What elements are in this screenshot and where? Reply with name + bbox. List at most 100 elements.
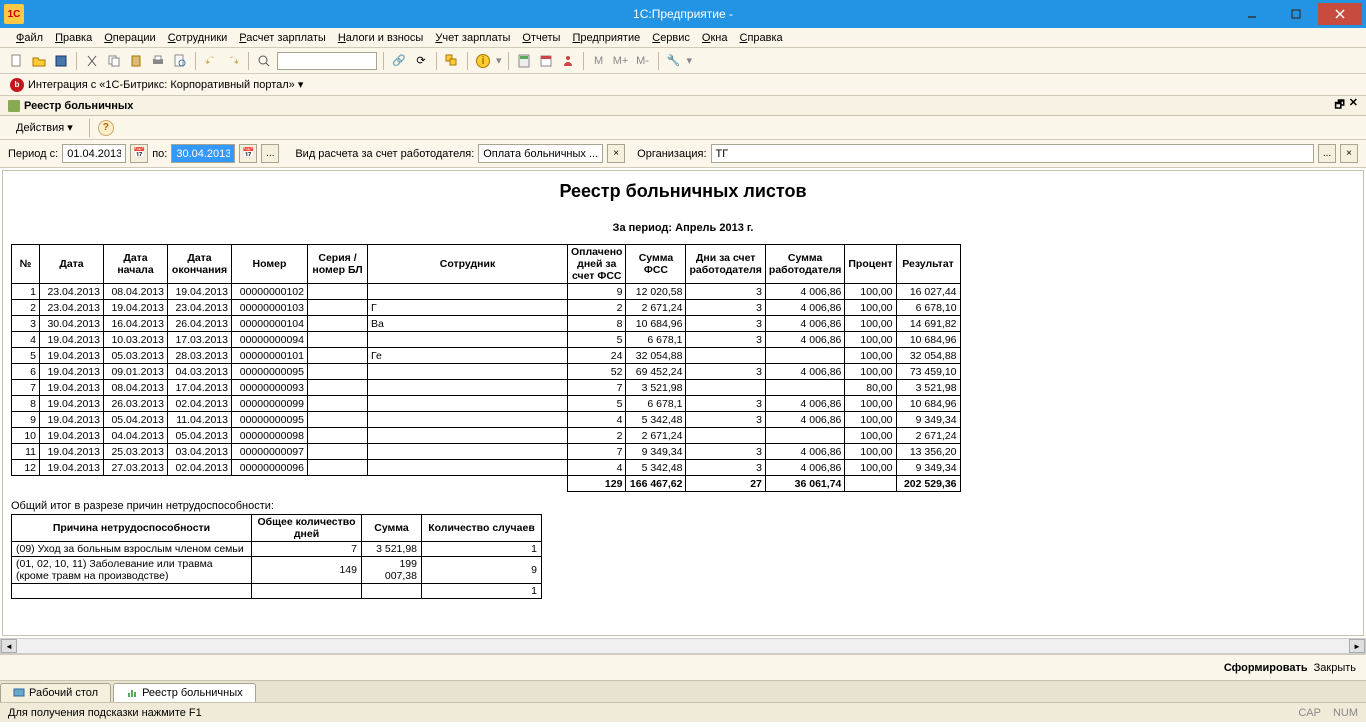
report-table: №ДатаДата началаДата окончанияНомерСерия…: [11, 244, 961, 492]
link-icon[interactable]: 🔗: [390, 52, 408, 70]
actions-bar: Действия ▾ ?: [0, 116, 1366, 140]
report-subtitle2: За период: Апрель 2013 г.: [11, 222, 1355, 234]
filter-bar: Период с: 📅 по: 📅 ... Вид расчета за сче…: [0, 140, 1366, 168]
table-row[interactable]: 1219.04.201327.03.201302.04.201300000000…: [12, 460, 961, 476]
search-input[interactable]: [277, 52, 377, 70]
minimize-button[interactable]: [1230, 3, 1274, 25]
period-select-button[interactable]: ...: [261, 144, 279, 163]
copy-icon[interactable]: [105, 52, 123, 70]
m-minus-icon[interactable]: M-: [634, 52, 652, 70]
summary-label: Общий итог в разрезе причин нетрудоспосо…: [11, 500, 1355, 512]
org-clear-button[interactable]: ×: [1340, 144, 1358, 163]
menu-operations[interactable]: Операции: [98, 32, 161, 44]
close-report-button[interactable]: Закрыть: [1314, 662, 1356, 674]
print-icon[interactable]: [149, 52, 167, 70]
person-icon[interactable]: [559, 52, 577, 70]
m-icon[interactable]: M: [590, 52, 608, 70]
status-cap: CAP: [1298, 707, 1321, 719]
period-to-input[interactable]: [171, 144, 235, 163]
menu-help[interactable]: Справка: [734, 32, 789, 44]
cut-icon[interactable]: [83, 52, 101, 70]
status-bar: Для получения подсказки нажмите F1 CAP N…: [0, 702, 1366, 722]
table-row[interactable]: 1019.04.201304.04.201305.04.201300000000…: [12, 428, 961, 444]
app-icon: 1C: [4, 4, 24, 24]
table-row[interactable]: 330.04.201316.04.201326.04.2013000000001…: [12, 316, 961, 332]
doc-restore-icon[interactable]: 🗗: [1334, 96, 1344, 115]
table-row[interactable]: 819.04.201326.03.201302.04.2013000000000…: [12, 396, 961, 412]
table-row[interactable]: 519.04.201305.03.201328.03.2013000000001…: [12, 348, 961, 364]
menu-file[interactable]: Файл: [10, 32, 49, 44]
document-tab-header: Реестр больничных 🗗 ✕: [0, 96, 1366, 116]
table-row[interactable]: 719.04.201308.04.201317.04.2013000000000…: [12, 380, 961, 396]
tools-icon[interactable]: 🔧: [665, 52, 683, 70]
windows-icon[interactable]: [443, 52, 461, 70]
menu-windows[interactable]: Окна: [696, 32, 734, 44]
window-title: 1С:Предприятие -: [633, 7, 733, 21]
status-num: NUM: [1333, 707, 1358, 719]
table-row: (09) Уход за больным взрослым членом сем…: [12, 542, 542, 557]
menu-accounting[interactable]: Учет зарплаты: [429, 32, 516, 44]
tabs-bar: Рабочий стол Реестр больничных: [0, 680, 1366, 702]
calc-type-label: Вид расчета за счет работодателя:: [295, 148, 474, 160]
horizontal-scrollbar[interactable]: ◄ ►: [0, 638, 1366, 654]
new-icon[interactable]: [8, 52, 26, 70]
m-plus-icon[interactable]: M+: [612, 52, 630, 70]
report-subtitle1: обособленная палата России: [11, 206, 1355, 220]
bitrix-label[interactable]: Интеграция с «1С-Битрикс: Корпоративный …: [28, 78, 303, 91]
footer-actions: Сформировать Закрыть: [0, 654, 1366, 680]
calendar-icon[interactable]: [537, 52, 555, 70]
summary-table: Причина нетрудоспособностиОбщее количест…: [11, 514, 542, 599]
bitrix-bar: b Интеграция с «1С-Битрикс: Корпоративны…: [0, 74, 1366, 96]
org-combo[interactable]: ТГ: [711, 144, 1314, 163]
menubar: Файл Правка Операции Сотрудники Расчет з…: [0, 28, 1366, 48]
tab-desktop[interactable]: Рабочий стол: [0, 683, 111, 702]
calc-icon[interactable]: [515, 52, 533, 70]
table-row[interactable]: 223.04.201319.04.201323.04.2013000000001…: [12, 300, 961, 316]
org-select-button[interactable]: ...: [1318, 144, 1336, 163]
paste-icon[interactable]: [127, 52, 145, 70]
form-button[interactable]: Сформировать: [1224, 662, 1308, 674]
menu-service[interactable]: Сервис: [646, 32, 696, 44]
redo-icon[interactable]: [224, 52, 242, 70]
report-title: Реестр больничных листов: [11, 181, 1355, 202]
calc-clear-button[interactable]: ×: [607, 144, 625, 163]
actions-button[interactable]: Действия ▾: [8, 119, 81, 136]
undo-icon[interactable]: [202, 52, 220, 70]
menu-edit[interactable]: Правка: [49, 32, 98, 44]
chart-icon: [8, 100, 20, 112]
menu-reports[interactable]: Отчеты: [516, 32, 566, 44]
save-icon[interactable]: [52, 52, 70, 70]
close-button[interactable]: [1318, 3, 1362, 25]
calc-type-combo[interactable]: Оплата больничных ...: [478, 144, 603, 163]
period-from-input[interactable]: [62, 144, 126, 163]
table-row[interactable]: 1119.04.201325.03.201303.04.201300000000…: [12, 444, 961, 460]
preview-icon[interactable]: [171, 52, 189, 70]
scroll-right-button[interactable]: ►: [1349, 639, 1365, 653]
info-icon[interactable]: i: [474, 52, 492, 70]
period-to-label: по:: [152, 148, 167, 160]
calendar-from-button[interactable]: 📅: [130, 144, 148, 163]
table-row[interactable]: 123.04.201308.04.201319.04.2013000000001…: [12, 284, 961, 300]
menu-employees[interactable]: Сотрудники: [162, 32, 234, 44]
calendar-to-button[interactable]: 📅: [239, 144, 257, 163]
status-hint: Для получения подсказки нажмите F1: [8, 707, 202, 719]
tab-registry[interactable]: Реестр больничных: [113, 683, 256, 702]
menu-enterprise[interactable]: Предприятие: [566, 32, 646, 44]
table-row[interactable]: 919.04.201305.04.201311.04.2013000000000…: [12, 412, 961, 428]
document-title: Реестр больничных: [24, 100, 133, 112]
desktop-icon: [13, 687, 25, 699]
search-icon[interactable]: [255, 52, 273, 70]
report-area: Реестр больничных листов обособленная па…: [2, 170, 1364, 636]
scroll-left-button[interactable]: ◄: [1, 639, 17, 653]
open-icon[interactable]: [30, 52, 48, 70]
maximize-button[interactable]: [1274, 3, 1318, 25]
table-row[interactable]: 619.04.201309.01.201304.03.2013000000000…: [12, 364, 961, 380]
refresh-icon[interactable]: ⟳: [412, 52, 430, 70]
menu-taxes[interactable]: Налоги и взносы: [332, 32, 430, 44]
toolbar: 🔗 ⟳ i ▾ M M+ M- 🔧 ▾: [0, 48, 1366, 74]
titlebar: 1C 1С:Предприятие -: [0, 0, 1366, 28]
menu-payroll[interactable]: Расчет зарплаты: [233, 32, 332, 44]
table-row[interactable]: 419.04.201310.03.201317.03.2013000000000…: [12, 332, 961, 348]
help-icon[interactable]: ?: [98, 120, 114, 136]
doc-close-icon[interactable]: ✕: [1349, 96, 1358, 115]
